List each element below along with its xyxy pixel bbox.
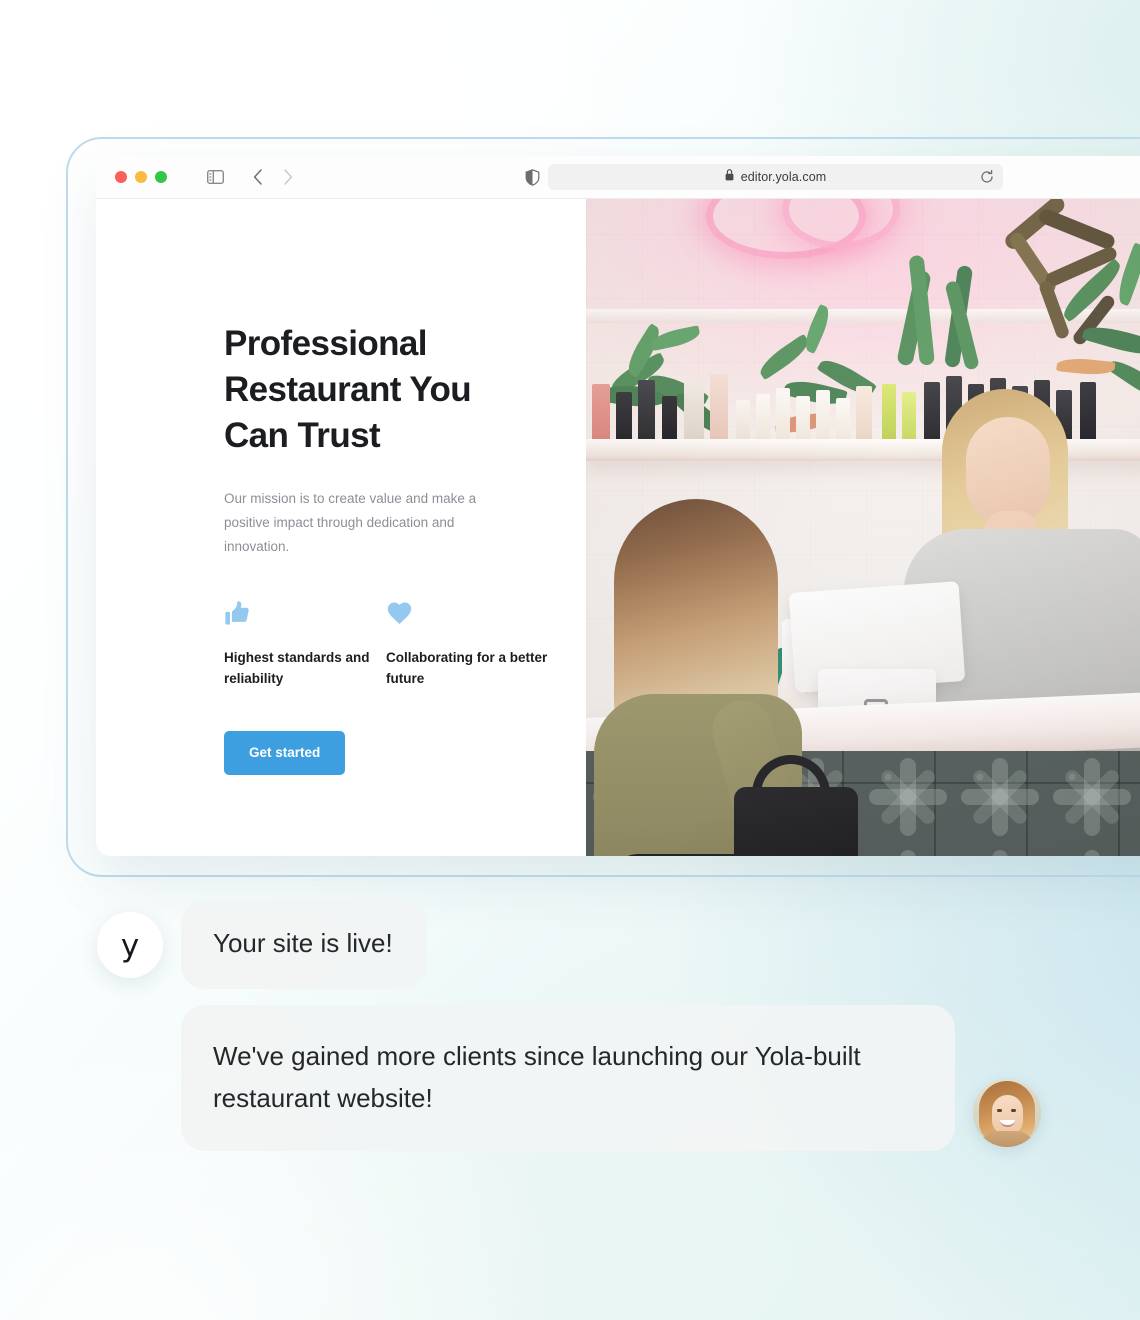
feature-item-standards: Highest standards and reliability — [224, 600, 386, 691]
chat-message-row: y Your site is live! — [0, 900, 1140, 990]
minimize-window-button[interactable] — [135, 171, 147, 183]
chevron-left-icon[interactable] — [243, 163, 273, 191]
yola-logo-avatar: y — [97, 911, 163, 978]
page-title: Professional Restaurant You Can Trust — [224, 324, 472, 456]
get-started-button[interactable]: Get started — [224, 731, 346, 776]
site-viewport: Professional Restaurant You Can Trust Ou… — [96, 199, 1140, 856]
heart-icon — [386, 600, 548, 630]
close-window-button[interactable] — [115, 171, 127, 183]
hero-image — [586, 199, 1140, 856]
chat-bubble-testimonial: We've gained more clients since launchin… — [181, 1005, 955, 1152]
browser-nav-group — [200, 163, 303, 191]
feature-label: Highest standards and reliability — [224, 649, 370, 687]
address-bar-url: editor.yola.com — [740, 170, 827, 184]
avatar — [973, 1079, 1041, 1148]
reload-icon[interactable] — [979, 169, 995, 185]
chat-bubble-status: Your site is live! — [181, 900, 427, 990]
yola-logo-letter: y — [120, 928, 140, 965]
chevron-right-icon[interactable] — [273, 163, 303, 191]
testimonial-chat: y Your site is live! We've gained more c… — [0, 900, 1140, 1152]
zoom-window-button[interactable] — [155, 171, 167, 183]
feature-item-collaboration: Collaborating for a better future — [386, 600, 548, 691]
chat-message-row: We've gained more clients since launchin… — [0, 1005, 1140, 1152]
thumbs-up-icon — [224, 600, 386, 630]
address-bar-container: editor.yola.com — [548, 164, 1003, 190]
lock-icon — [725, 168, 734, 186]
sidebar-toggle-icon[interactable] — [200, 163, 230, 191]
feature-list: Highest standards and reliability Collab… — [224, 600, 586, 691]
window-traffic-lights[interactable] — [115, 171, 167, 183]
browser-window: editor.yola.com Professional Restaurant … — [96, 156, 1140, 856]
feature-label: Collaborating for a better future — [386, 649, 548, 687]
hero-text-column: Professional Restaurant You Can Trust Ou… — [96, 199, 586, 856]
browser-titlebar: editor.yola.com — [96, 156, 1140, 199]
address-bar[interactable]: editor.yola.com — [548, 164, 1003, 190]
address-bar-content: editor.yola.com — [725, 168, 827, 186]
hero-subheadline: Our mission is to create value and make … — [224, 490, 477, 554]
shield-privacy-icon[interactable] — [520, 165, 544, 189]
